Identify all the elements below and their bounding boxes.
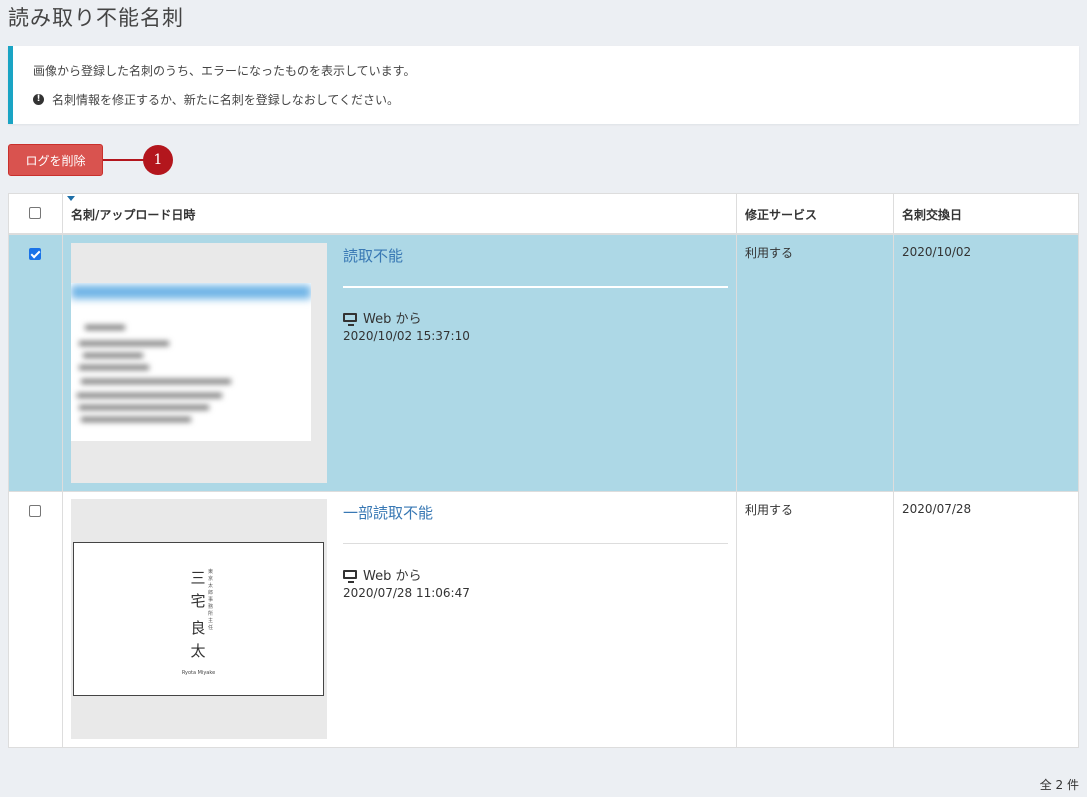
upload-timestamp: 2020/07/28 11:06:47 xyxy=(343,586,470,600)
card-name: 三 宅 良 太 xyxy=(190,569,206,660)
exclamation-circle-icon: ! xyxy=(33,94,44,105)
upload-source-text: Web から xyxy=(363,569,422,584)
upload-source-text: Web から xyxy=(363,312,422,327)
table-row[interactable]: 読取不能 Web から 2020/10/02 15:37:10 利用する 202… xyxy=(9,235,1078,491)
column-header-service[interactable]: 修正サービス xyxy=(745,206,817,223)
column-header-card[interactable]: 名刺/アップロード日時 xyxy=(71,206,195,223)
info-hint-text: 名刺情報を修正するか、新たに名刺を登録しなおしてください。 xyxy=(52,93,400,107)
column-divider xyxy=(736,194,737,747)
divider xyxy=(343,286,728,288)
monitor-icon xyxy=(343,570,357,583)
column-divider xyxy=(62,194,63,747)
card-table: 名刺/アップロード日時 修正サービス 名刺交換日 読取不能 Web から 202… xyxy=(8,193,1079,748)
callout-line xyxy=(103,159,145,161)
divider xyxy=(343,543,728,544)
service-value: 利用する xyxy=(745,246,794,260)
column-header-exchange-date[interactable]: 名刺交換日 xyxy=(902,206,962,223)
table-header: 名刺/アップロード日時 修正サービス 名刺交換日 xyxy=(9,194,1078,235)
card-affiliation: 東京太郎事務所 主任 xyxy=(208,569,214,631)
card-thumbnail[interactable] xyxy=(71,243,327,483)
card-romaji: Ryota Miyake xyxy=(181,670,216,676)
table-row[interactable]: 三 宅 良 太 東京太郎事務所 主任 Ryota Miyake 一部読取不能 W… xyxy=(9,491,1078,747)
exchange-date-value: 2020/10/02 xyxy=(902,245,972,259)
card-title-link[interactable]: 一部読取不能 xyxy=(343,502,433,523)
upload-source: Web から xyxy=(343,308,421,327)
card-title-link[interactable]: 読取不能 xyxy=(343,245,403,266)
card-thumbnail[interactable]: 三 宅 良 太 東京太郎事務所 主任 Ryota Miyake xyxy=(71,499,327,739)
column-divider xyxy=(893,194,894,747)
callout-badge: 1 xyxy=(143,145,173,175)
exchange-date-value: 2020/07/28 xyxy=(902,502,972,516)
delete-log-button[interactable]: ログを削除 xyxy=(8,144,103,176)
card-image-blurred xyxy=(71,283,311,441)
info-hint: ! 名刺情報を修正するか、新たに名刺を登録しなおしてください。 xyxy=(33,91,399,108)
select-all-checkbox[interactable] xyxy=(29,207,41,219)
upload-timestamp: 2020/10/02 15:37:10 xyxy=(343,329,470,343)
service-value: 利用する xyxy=(745,503,794,517)
sort-indicator-icon[interactable] xyxy=(67,196,75,201)
row-checkbox[interactable] xyxy=(29,248,41,260)
info-box: 画像から登録した名刺のうち、エラーになったものを表示しています。 ! 名刺情報を… xyxy=(8,46,1079,124)
monitor-icon xyxy=(343,313,357,326)
card-image: 三 宅 良 太 東京太郎事務所 主任 Ryota Miyake xyxy=(73,542,324,696)
info-message: 画像から登録した名刺のうち、エラーになったものを表示しています。 xyxy=(33,64,416,78)
upload-source: Web から xyxy=(343,565,421,584)
page-title: 読み取り不能名刺 xyxy=(8,6,184,30)
row-checkbox[interactable] xyxy=(29,505,41,517)
total-count: 全 2 件 xyxy=(1039,778,1079,792)
